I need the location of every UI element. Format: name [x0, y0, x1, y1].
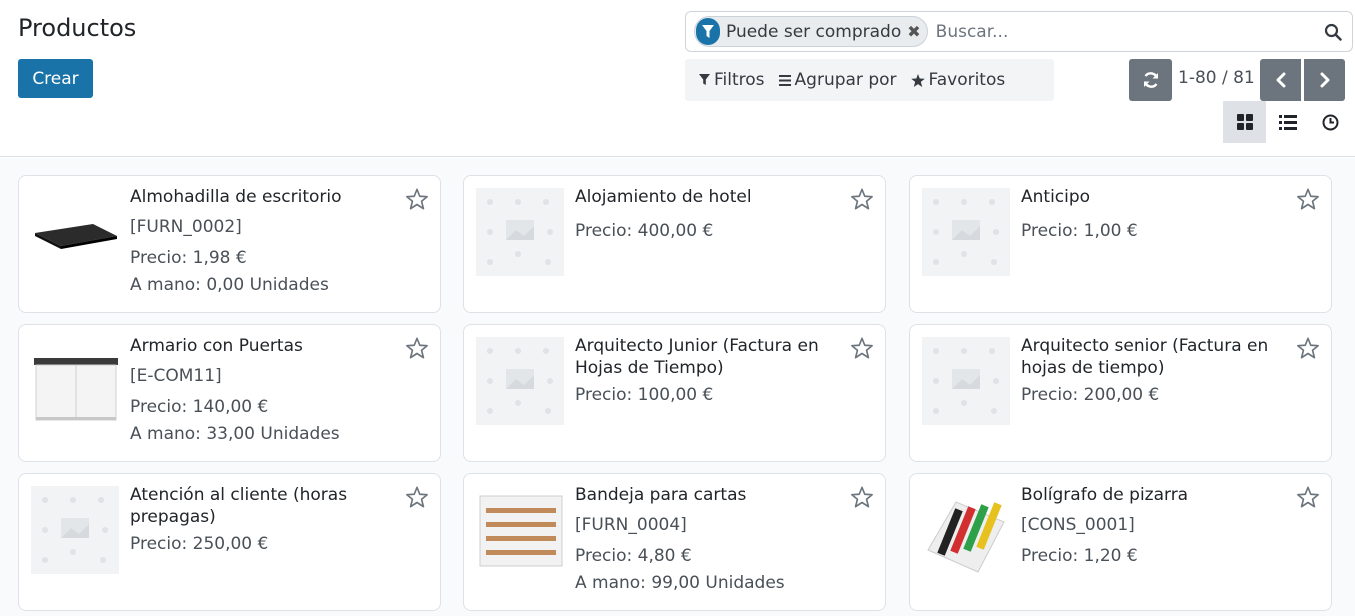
product-price: Precio: 250,00 €: [130, 534, 269, 554]
next-page-button[interactable]: [1304, 59, 1345, 101]
grid-icon: [1236, 114, 1253, 130]
product-reference: [FURN_0002]: [130, 217, 242, 237]
search-facet: Puede ser comprado ✖: [694, 16, 928, 47]
product-name: Arquitecto Junior (Factura en Hojas de T…: [575, 336, 819, 378]
product-price: Precio: 140,00 €: [130, 397, 269, 417]
product-name: Bolígrafo de pizarra: [1021, 485, 1189, 505]
product-reference: [FURN_0004]: [575, 515, 687, 535]
filter-icon: [699, 74, 710, 85]
chevron-right-icon: [1320, 72, 1329, 88]
product-card[interactable]: Anticipo Precio: 1,00 €: [909, 175, 1332, 313]
pager-value[interactable]: 1-80 / 81: [1178, 68, 1255, 88]
product-stock: A mano: 33,00 Unidades: [130, 424, 340, 444]
kanban-view: Almohadilla de escritorio [FURN_0002] Pr…: [0, 158, 1355, 616]
activity-view-button[interactable]: [1309, 101, 1352, 143]
refresh-button[interactable]: [1129, 59, 1172, 101]
product-image-letter-tray: [476, 486, 564, 574]
search-input[interactable]: [933, 20, 1294, 43]
previous-page-button[interactable]: [1260, 59, 1301, 101]
facet-label: Puede ser comprado: [726, 21, 902, 42]
control-panel: Productos Crear Puede ser comprado ✖ Fil…: [0, 0, 1355, 157]
product-image-markers: [922, 486, 1010, 574]
star-icon[interactable]: [406, 486, 428, 508]
star-icon[interactable]: [851, 188, 873, 210]
chevron-left-icon: [1276, 72, 1285, 88]
product-image-placeholder: [922, 188, 1010, 276]
star-icon[interactable]: [1297, 486, 1319, 508]
star-icon[interactable]: [406, 188, 428, 210]
product-card[interactable]: Bandeja para cartas [FURN_0004] Precio: …: [463, 473, 886, 611]
product-image-desk-pad: [31, 188, 119, 276]
product-reference: [CONS_0001]: [1021, 515, 1135, 535]
product-price: Precio: 400,00 €: [575, 221, 714, 241]
product-price: Precio: 4,80 €: [575, 546, 692, 566]
product-card[interactable]: Bolígrafo de pizarra [CONS_0001] Precio:…: [909, 473, 1332, 611]
bars-icon: [778, 74, 791, 86]
page-title: Productos: [18, 14, 137, 42]
product-image-placeholder: [922, 337, 1010, 425]
refresh-icon: [1143, 72, 1158, 88]
product-name: Armario con Puertas: [130, 336, 303, 356]
search-icon[interactable]: [1322, 21, 1344, 43]
star-icon[interactable]: [406, 337, 428, 359]
product-image-cabinet: [31, 337, 119, 425]
filter-icon: [696, 18, 720, 45]
product-card[interactable]: Arquitecto senior (Factura en hojas de t…: [909, 324, 1332, 462]
star-icon[interactable]: [851, 486, 873, 508]
product-reference: [E-COM11]: [130, 366, 222, 386]
star-icon[interactable]: [851, 337, 873, 359]
product-price: Precio: 1,98 €: [130, 248, 247, 268]
product-image-placeholder: [476, 337, 564, 425]
create-button[interactable]: Crear: [18, 59, 93, 98]
product-stock: A mano: 99,00 Unidades: [575, 573, 785, 593]
favorites-button[interactable]: Favoritos: [910, 70, 1006, 90]
product-name: Bandeja para cartas: [575, 485, 747, 505]
product-card[interactable]: Arquitecto Junior (Factura en Hojas de T…: [463, 324, 886, 462]
group-by-label: Agrupar por: [794, 70, 897, 90]
filter-bar: Filtros Agrupar por Favoritos: [685, 59, 1054, 101]
favorites-label: Favoritos: [928, 70, 1006, 90]
product-image-placeholder: [31, 486, 119, 574]
clock-icon: [1322, 114, 1339, 130]
product-image-placeholder: [476, 188, 564, 276]
view-switcher: [1223, 101, 1353, 143]
star-icon: [910, 73, 925, 87]
filters-label: Filtros: [714, 70, 765, 90]
close-icon[interactable]: ✖: [907, 22, 920, 41]
star-icon[interactable]: [1297, 337, 1319, 359]
star-icon[interactable]: [1297, 188, 1319, 210]
product-name: Atención al cliente (horas prepagas): [130, 485, 348, 527]
product-card[interactable]: Alojamiento de hotel Precio: 400,00 €: [463, 175, 886, 313]
group-by-button[interactable]: Agrupar por: [778, 70, 897, 90]
list-view-button[interactable]: [1266, 101, 1309, 143]
product-name: Anticipo: [1021, 187, 1091, 207]
filters-button[interactable]: Filtros: [699, 70, 765, 90]
product-name: Arquitecto senior (Factura en hojas de t…: [1021, 336, 1269, 378]
product-price: Precio: 100,00 €: [575, 385, 714, 405]
product-price: Precio: 200,00 €: [1021, 385, 1160, 405]
search-box[interactable]: Puede ser comprado ✖: [685, 11, 1353, 52]
product-price: Precio: 1,00 €: [1021, 221, 1138, 241]
product-name: Almohadilla de escritorio: [130, 187, 342, 207]
product-price: Precio: 1,20 €: [1021, 546, 1138, 566]
product-name: Alojamiento de hotel: [575, 187, 752, 207]
list-icon: [1278, 114, 1297, 130]
product-stock: A mano: 0,00 Unidades: [130, 275, 329, 295]
product-card[interactable]: Atención al cliente (horas prepagas) Pre…: [18, 473, 441, 611]
kanban-view-button[interactable]: [1223, 101, 1266, 143]
product-card[interactable]: Almohadilla de escritorio [FURN_0002] Pr…: [18, 175, 441, 313]
product-card[interactable]: Armario con Puertas [E-COM11] Precio: 14…: [18, 324, 441, 462]
